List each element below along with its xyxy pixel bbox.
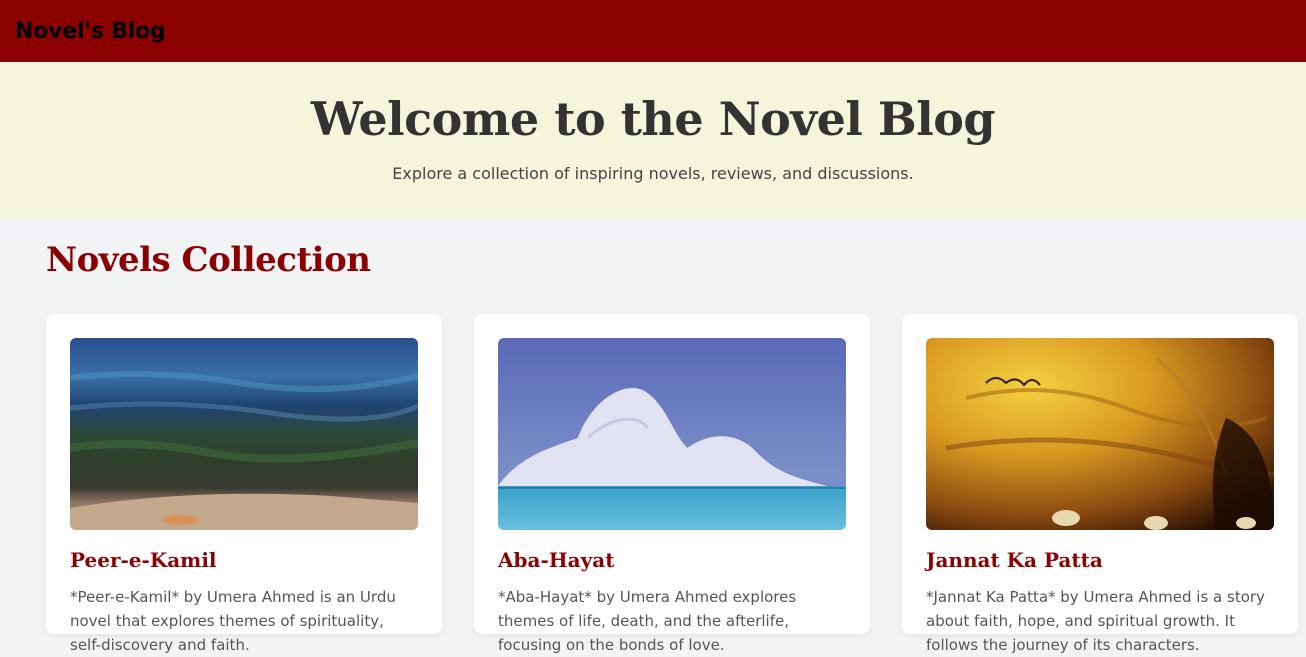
novel-cover-image[interactable] bbox=[70, 338, 418, 530]
novel-card[interactable]: Jannat Ka Patta *Jannat Ka Patta* by Ume… bbox=[902, 314, 1298, 654]
novel-cover-image[interactable] bbox=[926, 338, 1274, 530]
section-title: Novels Collection bbox=[46, 240, 371, 280]
novel-title[interactable]: Jannat Ka Patta bbox=[926, 548, 1274, 572]
site-brand[interactable]: Novel's Blog bbox=[15, 19, 166, 44]
novel-excerpt: *Peer-e-Kamil* by Umera Ahmed is an Urdu… bbox=[70, 588, 396, 654]
novel-excerpt: *Aba-Hayat* by Umera Ahmed explores them… bbox=[498, 588, 797, 654]
novel-cover-image[interactable] bbox=[498, 338, 846, 530]
novel-title[interactable]: Aba-Hayat bbox=[498, 548, 846, 572]
hero-banner: Welcome to the Novel Blog Explore a coll… bbox=[0, 62, 1306, 218]
novel-excerpt: *Jannat Ka Patta* by Umera Ahmed is a st… bbox=[926, 588, 1265, 654]
novel-card-list: Peer-e-Kamil *Peer-e-Kamil* by Umera Ahm… bbox=[46, 314, 1298, 654]
novel-card[interactable]: Aba-Hayat *Aba-Hayat* by Umera Ahmed exp… bbox=[474, 314, 870, 654]
hero-subtitle: Explore a collection of inspiring novels… bbox=[392, 164, 914, 183]
hero-title: Welcome to the Novel Blog bbox=[310, 92, 996, 146]
novel-title[interactable]: Peer-e-Kamil bbox=[70, 548, 418, 572]
novel-card[interactable]: Peer-e-Kamil *Peer-e-Kamil* by Umera Ahm… bbox=[46, 314, 442, 654]
navbar: Novel's Blog bbox=[0, 0, 1306, 62]
